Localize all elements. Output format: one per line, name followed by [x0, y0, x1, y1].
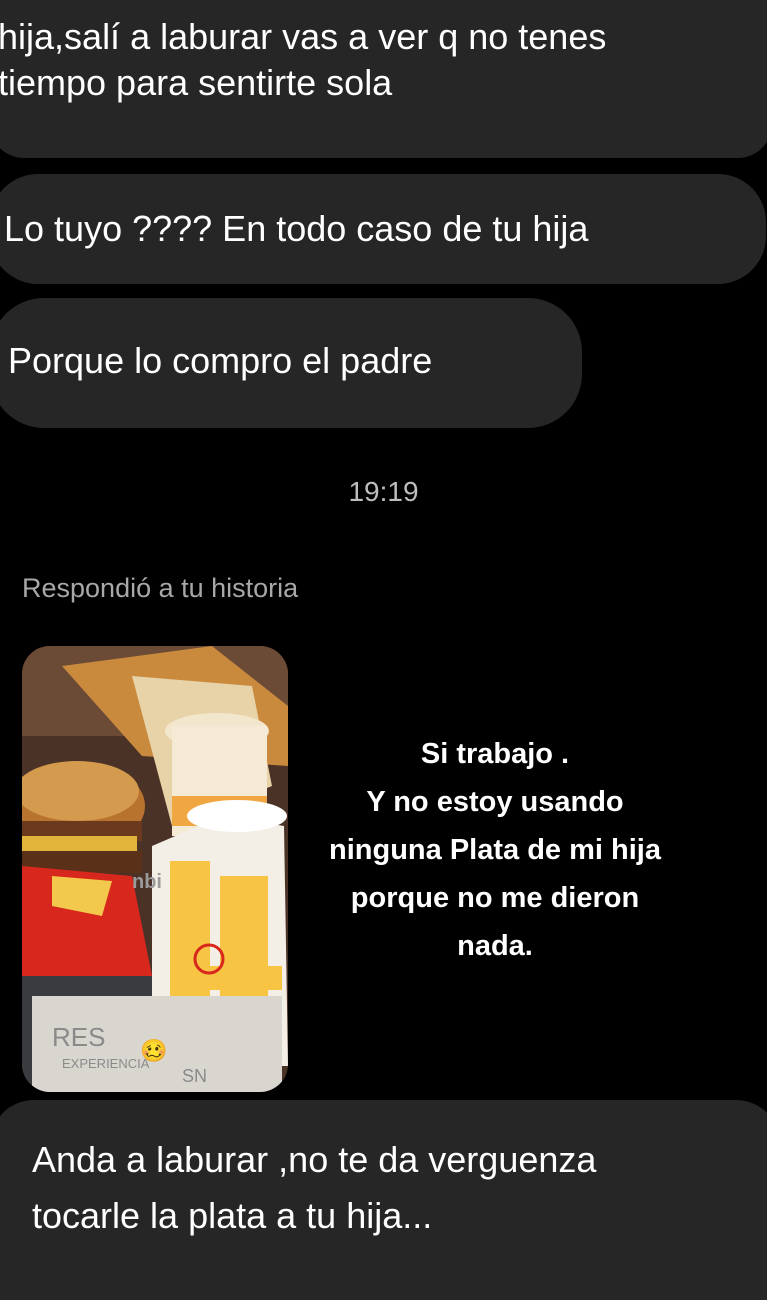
photo-text: SN [182, 1066, 207, 1086]
message-bubble-incoming-4[interactable]: Anda a laburar ,no te da verguenza tocar… [0, 1100, 767, 1300]
story-photo: nbi RES EXPERIENCIA SN 🥴 [22, 646, 288, 1092]
message-text-line: hija,salí a laburar vas a ver q no tenes [0, 16, 607, 57]
message-timestamp: 19:19 [348, 476, 419, 507]
photo-text: RES [52, 1022, 105, 1052]
message-text-line: tiempo para sentirte sola [0, 62, 393, 103]
message-bubble-incoming-2[interactable]: Lo tuyo ???? En todo caso de tu hija [0, 174, 766, 284]
photo-text: EXPERIENCIA [62, 1056, 150, 1071]
message-bubble-incoming-3[interactable]: Porque lo compro el padre [0, 298, 582, 428]
caption-line: ninguna Plata de mi hija [329, 834, 661, 866]
story-caption: Si trabajo . Y no estoy usando ninguna P… [290, 730, 700, 970]
caption-line: Y no estoy usando [366, 786, 624, 818]
message-bubble-incoming-1[interactable]: hija,salí a laburar vas a ver q no tenes… [0, 0, 767, 158]
message-text-line: Anda a laburar ,no te da verguenza [32, 1139, 597, 1180]
story-thumbnail[interactable]: nbi RES EXPERIENCIA SN 🥴 [22, 646, 288, 1092]
caption-line: nada. [457, 930, 533, 962]
emoji-sticker: 🥴 [140, 1038, 167, 1064]
story-reply-label: Respondió a tu historia [22, 573, 299, 603]
photo-text: nbi [132, 871, 162, 893]
message-text: Porque lo compro el padre [8, 340, 433, 381]
caption-line: Si trabajo . [420, 738, 570, 770]
caption-line: porque no me dieron [350, 882, 640, 914]
message-text-line: tocarle la plata a tu hija... [32, 1195, 433, 1236]
message-text: Lo tuyo ???? En todo caso de tu hija [4, 208, 589, 249]
